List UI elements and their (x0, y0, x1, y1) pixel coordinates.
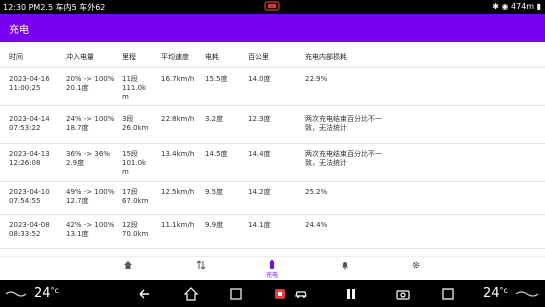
cell-consumption: 14.5度 (205, 150, 228, 158)
cell-loss: 25.2% (305, 188, 328, 196)
cell-mileage: 3段 26.0km (122, 115, 149, 132)
temp-left[interactable]: 24°c (34, 286, 59, 301)
cell-per100: 12.3度 (248, 115, 271, 123)
cell-per100: 14.1度 (248, 221, 271, 229)
camera-icon[interactable] (395, 286, 411, 302)
car-icon[interactable] (293, 286, 309, 302)
column-header-time: 时间 (9, 53, 23, 61)
cell-mileage: 17段 67.0km (122, 188, 149, 205)
cell-mileage: 12段 70.0km (122, 221, 149, 238)
cell-note: 两次充电结束百分比不一致，无法统计 (305, 115, 382, 132)
cell-speed: 16.7km/h (161, 75, 195, 83)
status-left: 12:30 PM2.5 车内5 车外62 (3, 3, 106, 12)
battery-icon (270, 260, 274, 269)
nav-transfer[interactable] (191, 260, 211, 278)
table-row-partial (0, 248, 545, 256)
nav-home[interactable] (118, 260, 138, 278)
swap-icon (196, 260, 206, 270)
cell-per100: 14.0度 (248, 75, 271, 83)
table-row[interactable]: 2023-04-08 08:33:52 42% -> 100% 13.1度 12段 7… (0, 214, 545, 249)
cell-charge: 49% -> 100% 12.7度 (66, 188, 115, 205)
cell-charge: 36% -> 36% 2.9度 (66, 150, 110, 167)
column-header-mileage: 里程 (122, 53, 136, 61)
cell-mileage: 11段 111.0k m (122, 75, 147, 101)
cell-speed: 22.8km/h (161, 115, 195, 123)
home-nav-icon[interactable] (183, 286, 199, 302)
range-text: 474m (510, 2, 535, 11)
bell-icon (342, 262, 348, 270)
cell-speed: 11.1km/h (161, 221, 195, 229)
phone-icon[interactable] (272, 286, 288, 302)
system-bar: 24°c 24°c (0, 280, 545, 307)
cell-loss: 24.4% (305, 221, 328, 229)
nav-charge-label: 充电 (265, 272, 278, 279)
cell-charge: 24% -> 100% 18.7度 (66, 115, 115, 132)
wifi-icon: ◉ (501, 2, 509, 11)
fan-left-icon[interactable] (5, 286, 27, 302)
cell-mileage: 15段 101.0k m (122, 150, 147, 176)
cell-time: 2023-04-14 07:53:22 (9, 115, 50, 132)
bottom-nav: 充电 (0, 256, 545, 281)
cell-consumption: 9.5度 (205, 188, 224, 196)
cell-time: 2023-04-16 11:00:25 (9, 75, 50, 92)
back-icon[interactable] (136, 286, 152, 302)
cell-consumption: 15.5度 (205, 75, 228, 83)
battery-status-icon: ▮ (536, 2, 541, 11)
cell-per100: 14.4度 (248, 150, 271, 158)
gear-icon (412, 261, 420, 269)
home-icon (124, 261, 132, 269)
status-right: ✱ ◉ 474m ▮ (492, 2, 541, 11)
media-icon[interactable] (343, 286, 359, 302)
column-header-speed: 平均速度 (161, 53, 189, 61)
cell-time: 2023-04-13 12:26:08 (9, 150, 50, 167)
bluetooth-icon: ✱ (492, 2, 499, 11)
nav-notifications[interactable] (335, 260, 355, 278)
column-header-charge: 冲入电量 (66, 53, 94, 61)
cell-speed: 13.4km/h (161, 150, 195, 158)
fan-right-icon[interactable] (515, 286, 539, 302)
home-apps-icon[interactable] (440, 286, 456, 302)
table-row[interactable]: 2023-04-14 07:53:22 24% -> 100% 18.7度 3段 26… (0, 105, 545, 144)
nav-settings[interactable] (406, 260, 426, 278)
car-logo-icon (264, 1, 280, 11)
cell-consumption: 3.2度 (205, 115, 224, 123)
cell-per100: 14.2度 (248, 188, 271, 196)
cell-time: 2023-04-10 07:54:55 (9, 188, 50, 205)
recent-apps-icon[interactable] (228, 286, 244, 302)
cell-loss: 22.9% (305, 75, 328, 83)
column-header-loss: 充电内部损耗 (305, 53, 347, 61)
column-header-per100: 百公里 (248, 53, 269, 61)
page-title: 充电 (9, 25, 29, 36)
cell-speed: 12.5km/h (161, 188, 195, 196)
nav-charge[interactable]: 充电 (262, 260, 282, 279)
cell-time: 2023-04-08 08:33:52 (9, 221, 50, 238)
app-bar: 充电 (0, 14, 545, 42)
status-bar: 12:30 PM2.5 车内5 车外62 ✱ ◉ 474m ▮ (0, 0, 545, 14)
cell-note: 两次充电结束百分比不一致，无法统计 (305, 150, 382, 167)
cell-consumption: 9.9度 (205, 221, 224, 229)
cell-charge: 42% -> 100% 13.1度 (66, 221, 115, 238)
cell-charge: 20% -> 100% 20.1度 (66, 75, 115, 92)
temp-right[interactable]: 24°c (483, 286, 508, 301)
charge-history-table: 时间 冲入电量 里程 平均速度 电耗 百公里 充电内部损耗 2023-04-16… (0, 42, 545, 256)
table-row[interactable]: 2023-04-16 11:00:25 20% -> 100% 20.1度 11段 1… (0, 67, 545, 106)
column-header-consumption: 电耗 (205, 53, 219, 61)
table-row[interactable]: 2023-04-13 12:26:08 36% -> 36% 2.9度 15段 101… (0, 143, 545, 182)
table-row[interactable]: 2023-04-10 07:54:55 49% -> 100% 12.7度 17段 6… (0, 181, 545, 215)
